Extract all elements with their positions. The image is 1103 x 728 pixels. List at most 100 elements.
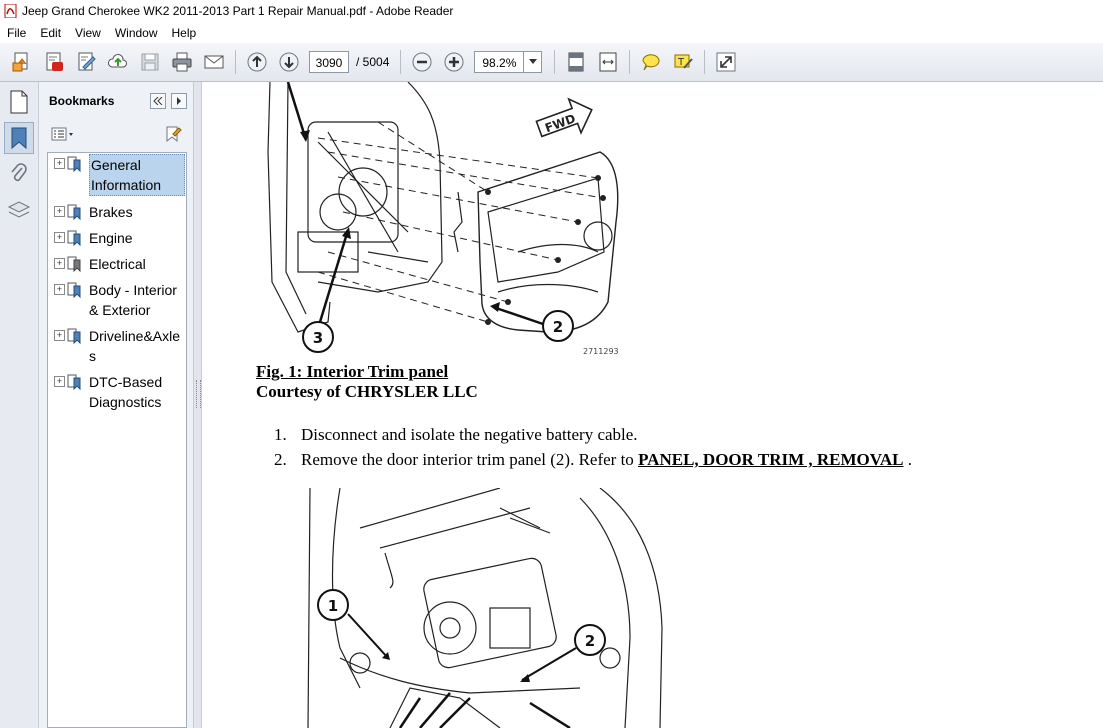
menu-view[interactable]: View xyxy=(68,26,108,40)
panel-title: Bookmarks xyxy=(49,94,115,108)
document-view[interactable]: FWD 2 3 2711293 Fig. 1: Interior Trim pa… xyxy=(202,82,1103,728)
panel-tools xyxy=(39,120,193,150)
figure-interior-trim-panel: FWD 2 3 2711293 xyxy=(267,82,619,356)
comment-button[interactable] xyxy=(638,49,664,75)
toolbar-separator xyxy=(704,50,706,74)
step-item: 2. Remove the door interior trim panel (2… xyxy=(274,447,912,472)
create-pdf-button[interactable] xyxy=(9,49,35,75)
bookmarks-button[interactable] xyxy=(4,122,34,154)
arrow-down-circle-icon xyxy=(279,52,299,72)
save-disk-icon xyxy=(141,53,159,71)
svg-text:T: T xyxy=(677,57,685,68)
expand-toggle[interactable]: + xyxy=(54,376,65,387)
expand-toggle[interactable]: + xyxy=(54,158,65,169)
highlight-button[interactable]: T xyxy=(670,49,696,75)
edit-pdf-button[interactable] xyxy=(73,49,99,75)
chevron-right-icon xyxy=(177,97,181,105)
zoom-dropdown[interactable] xyxy=(524,51,543,73)
bookmark-icon xyxy=(11,127,27,150)
bookmark-electrical[interactable]: + Electrical xyxy=(48,254,186,274)
callout-2: 2 xyxy=(574,624,606,656)
cloud-upload-button[interactable] xyxy=(105,49,131,75)
bookmark-tree: + General Information + Brakes + Engine … xyxy=(47,152,187,728)
expand-toggle[interactable]: + xyxy=(54,284,65,295)
expand-toggle[interactable]: + xyxy=(54,206,65,217)
zoom-value[interactable]: 98.2% xyxy=(474,51,525,73)
envelope-icon xyxy=(204,55,224,69)
step-number: 1. xyxy=(274,425,287,444)
adobe-reader-icon xyxy=(4,4,17,18)
panel-header: Bookmarks xyxy=(39,82,193,120)
expand-toggle[interactable]: + xyxy=(54,330,65,341)
step-text: Remove the door interior trim panel (2).… xyxy=(301,450,639,469)
arrow-up-circle-icon xyxy=(247,52,267,72)
toolbar-separator xyxy=(554,50,556,74)
save-button[interactable] xyxy=(137,49,163,75)
speech-bubble-icon xyxy=(642,54,660,71)
navigation-rail xyxy=(0,82,39,728)
menu-edit[interactable]: Edit xyxy=(33,26,68,40)
bookmark-label: DTC-Based Diagnostics xyxy=(89,374,163,410)
expand-button[interactable] xyxy=(713,49,739,75)
fit-page-button[interactable] xyxy=(563,49,589,75)
step-text: Disconnect and isolate the negative batt… xyxy=(301,425,638,444)
email-button[interactable] xyxy=(201,49,227,75)
window-title: Jeep Grand Cherokee WK2 2011-2013 Part 1… xyxy=(22,4,454,18)
expand-icon xyxy=(716,52,736,72)
bookmark-label: Engine xyxy=(89,230,133,246)
callout-label: 2 xyxy=(553,318,563,336)
next-page-button[interactable] xyxy=(276,49,302,75)
collapse-panel-button[interactable] xyxy=(150,93,166,109)
pdf-export-icon xyxy=(46,52,63,71)
expand-toggle[interactable]: + xyxy=(54,232,65,243)
fwd-label: FWD xyxy=(543,111,577,135)
previous-page-button[interactable] xyxy=(244,49,270,75)
plus-circle-icon xyxy=(444,52,464,72)
zoom-in-button[interactable] xyxy=(441,49,467,75)
expand-toggle[interactable]: + xyxy=(54,258,65,269)
bookmark-driveline-axles[interactable]: + Driveline&Axles xyxy=(48,326,186,366)
bookmark-engine[interactable]: + Engine xyxy=(48,228,186,248)
bookmark-body-interior-exterior[interactable]: + Body - Interior & Exterior xyxy=(48,280,186,320)
callout-label: 1 xyxy=(328,597,338,615)
new-bookmark-icon[interactable] xyxy=(164,125,182,143)
paperclip-icon xyxy=(11,163,27,182)
attachments-button[interactable] xyxy=(4,158,34,190)
highlighter-icon: T xyxy=(674,54,694,69)
print-button[interactable] xyxy=(169,49,195,75)
callout-3: 3 xyxy=(302,321,334,353)
panel-door-trim-removal-link[interactable]: PANEL, DOOR TRIM , REMOVAL xyxy=(638,450,903,469)
menu-window[interactable]: Window xyxy=(108,26,165,40)
figure-image-id: 2711293 xyxy=(583,347,619,356)
layers-button[interactable] xyxy=(4,194,34,226)
bookmark-brakes[interactable]: + Brakes xyxy=(48,202,186,222)
export-pdf-button[interactable] xyxy=(41,49,67,75)
expand-panel-button[interactable] xyxy=(171,93,187,109)
double-chevron-left-icon xyxy=(153,97,163,105)
bookmark-general-information[interactable]: + General Information xyxy=(48,154,186,196)
bookmark-page-icon xyxy=(67,230,81,246)
options-menu-icon[interactable] xyxy=(51,127,75,141)
page-number-input[interactable]: 3090 xyxy=(309,51,349,73)
bookmark-page-icon xyxy=(67,282,81,298)
panel-splitter[interactable] xyxy=(193,82,202,728)
menu-file[interactable]: File xyxy=(0,26,33,40)
fit-width-button[interactable] xyxy=(595,49,621,75)
toolbar-separator xyxy=(400,50,402,74)
bookmark-label: Brakes xyxy=(89,204,133,220)
toolbar: 3090 / 5004 98.2% T xyxy=(0,43,1103,82)
zoom-out-button[interactable] xyxy=(409,49,435,75)
printer-icon xyxy=(172,52,192,72)
bookmark-label: Electrical xyxy=(89,256,146,272)
callout-1: 1 xyxy=(317,589,349,621)
zoom-select[interactable]: 98.2% xyxy=(474,51,543,73)
menu-help[interactable]: Help xyxy=(165,26,204,40)
bookmarks-panel: Bookmarks + General Information + Brakes… xyxy=(39,82,193,728)
page-thumbnails-button[interactable] xyxy=(4,86,34,118)
splitter-grip xyxy=(196,380,201,408)
title-bar: Jeep Grand Cherokee WK2 2011-2013 Part 1… xyxy=(0,0,1103,22)
figure-window-regulator: 1 2 xyxy=(307,488,663,728)
bookmark-dtc-based-diagnostics[interactable]: + DTC-Based Diagnostics xyxy=(48,372,186,412)
bookmark-page-icon xyxy=(67,204,81,220)
step-item: 1. Disconnect and isolate the negative ba… xyxy=(274,422,912,447)
